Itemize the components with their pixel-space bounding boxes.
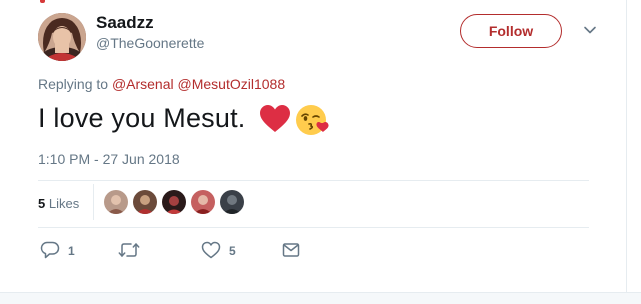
- face-blowing-kiss-emoji: [296, 105, 329, 135]
- liker-avatar[interactable]: [191, 190, 215, 214]
- retweet-icon[interactable]: [118, 240, 140, 260]
- divider: [38, 180, 589, 181]
- like-action[interactable]: 5: [201, 240, 251, 260]
- liker-avatar[interactable]: [220, 190, 244, 214]
- tweet-text: I love you Mesut.: [38, 103, 246, 133]
- replying-to: Replying to @Arsenal @MesutOzil1088: [38, 76, 285, 92]
- user-handle[interactable]: @TheGoonerette: [96, 35, 204, 51]
- mention-link[interactable]: @Arsenal: [112, 76, 174, 92]
- display-name[interactable]: Saadzz: [96, 13, 154, 33]
- avatar[interactable]: [38, 13, 86, 61]
- mention-link[interactable]: @MesutOzil1088: [178, 76, 286, 92]
- like-icon[interactable]: [201, 240, 221, 260]
- reply-count: 1: [68, 244, 75, 258]
- liker-avatar[interactable]: [133, 190, 157, 214]
- reply-action[interactable]: 1: [40, 240, 90, 260]
- likes-number: 5: [38, 196, 46, 211]
- direct-message-icon[interactable]: [282, 240, 300, 260]
- reply-icon[interactable]: [40, 240, 60, 260]
- top-accent: [40, 0, 45, 3]
- like-count: 5: [229, 244, 236, 258]
- red-heart-emoji: [260, 105, 290, 132]
- likes-label: Likes: [48, 196, 80, 211]
- divider: [38, 227, 589, 228]
- chevron-down-icon[interactable]: [583, 23, 597, 37]
- follow-button[interactable]: Follow: [460, 14, 562, 48]
- replying-prefix: Replying to: [38, 76, 112, 92]
- card-border: [626, 0, 627, 292]
- retweet-action[interactable]: [118, 240, 168, 260]
- liker-avatar[interactable]: [162, 190, 186, 214]
- liker-avatar[interactable]: [104, 190, 128, 214]
- direct-message-action[interactable]: [282, 240, 306, 260]
- likes-summary[interactable]: 5 Likes: [38, 196, 79, 211]
- tweet-timestamp[interactable]: 1:10 PM - 27 Jun 2018: [38, 151, 180, 167]
- timeline-background: [0, 292, 641, 304]
- divider: [93, 184, 94, 220]
